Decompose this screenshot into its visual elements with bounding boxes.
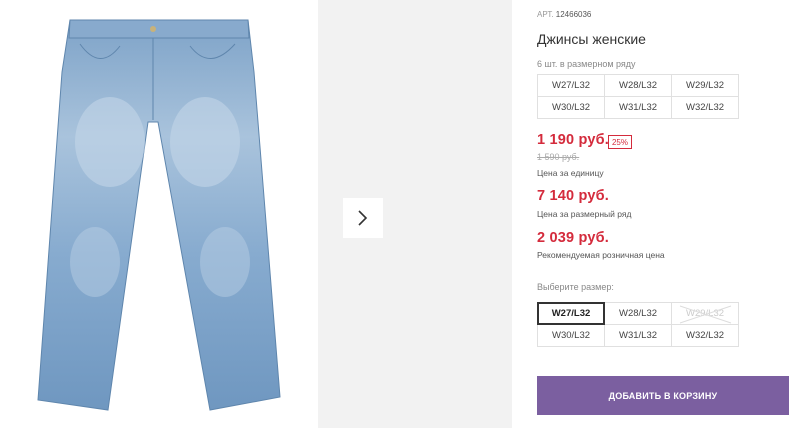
add-to-cart-button[interactable]: Добавить в корзину <box>537 376 789 415</box>
size-row-note: 6 шт. в размерном ряду <box>537 59 636 69</box>
product-title: Джинсы женские <box>537 31 646 47</box>
crossed-out-icon <box>679 305 732 324</box>
product-image-main[interactable] <box>0 0 318 428</box>
article-number: АРТ. 12466036 <box>537 10 591 19</box>
size-row-table: W27/L32 W28/L32 W29/L32 W30/L32 W31/L32 … <box>537 74 739 119</box>
size-option-w30[interactable]: W30/L32 <box>537 324 605 347</box>
unit-price-caption: Цена за единицу <box>537 168 604 178</box>
jeans-image <box>37 19 281 411</box>
size-picker-label: Выберите размер: <box>537 282 614 292</box>
size-option-w28[interactable]: W28/L32 <box>604 302 672 325</box>
size-option-w27[interactable]: W27/L32 <box>537 302 605 325</box>
retail-price-caption: Рекомендуемая розничная цена <box>537 250 665 260</box>
size-option-w29: W29/L32 <box>671 302 739 325</box>
size-row-cell: W32/L32 <box>671 96 739 119</box>
next-image-button[interactable] <box>343 198 383 238</box>
article-label: АРТ. <box>537 10 554 19</box>
size-picker: W27/L32 W28/L32 W29/L32 W30/L32 W31/L32 … <box>537 302 739 347</box>
row-price-caption: Цена за размерный ряд <box>537 209 632 219</box>
size-row-cell: W27/L32 <box>537 74 605 97</box>
unit-price: 1 190 руб. <box>537 132 610 148</box>
discount-badge: 25% <box>608 135 632 149</box>
size-option-w32[interactable]: W32/L32 <box>671 324 739 347</box>
size-row-cell: W30/L32 <box>537 96 605 119</box>
retail-price: 2 039 руб. <box>537 230 610 246</box>
article-value: 12466036 <box>555 10 592 19</box>
size-row-cell: W28/L32 <box>604 74 672 97</box>
size-row-cell: W29/L32 <box>671 74 739 97</box>
size-option-w31[interactable]: W31/L32 <box>604 324 672 347</box>
old-price: 1 590 руб. <box>537 152 580 162</box>
size-row-cell: W31/L32 <box>604 96 672 119</box>
row-price: 7 140 руб. <box>537 188 610 204</box>
chevron-right-icon <box>358 210 368 226</box>
